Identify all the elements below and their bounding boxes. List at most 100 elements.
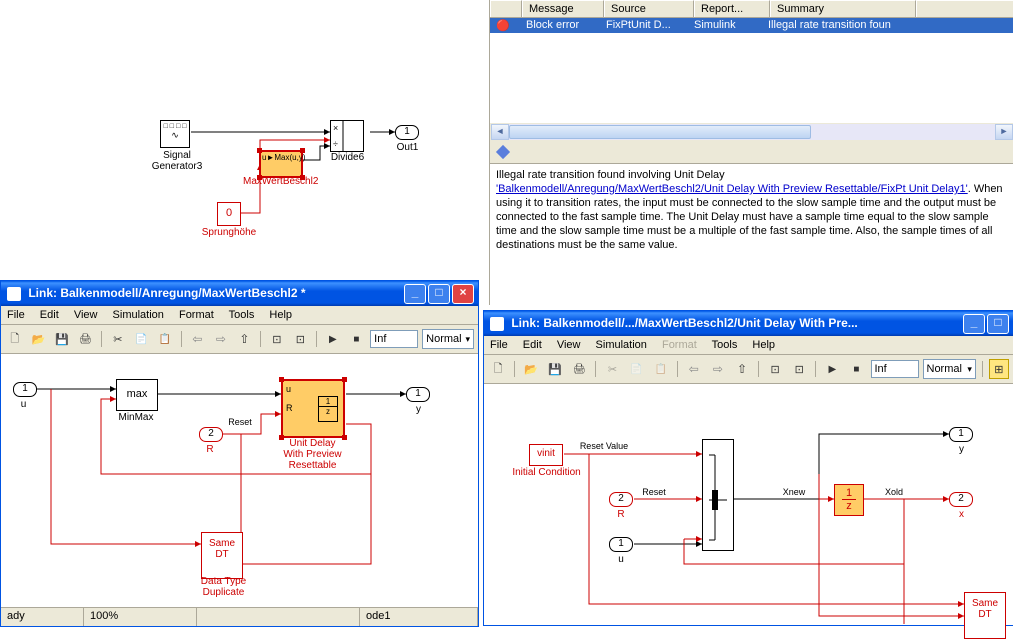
copy-button[interactable]	[627, 359, 647, 379]
x-outport[interactable]: 2	[949, 492, 973, 507]
extra-button[interactable]: ⊞	[989, 359, 1009, 379]
same-dt-block[interactable]: Same DT	[201, 532, 243, 579]
close-button[interactable]: ×	[452, 284, 474, 304]
y-label: y	[411, 404, 426, 415]
paste-button[interactable]	[155, 329, 175, 349]
switch-block[interactable]	[702, 439, 734, 551]
new-button[interactable]	[488, 359, 508, 379]
debug2-button[interactable]: ⊡	[789, 359, 809, 379]
play-button[interactable]	[822, 359, 842, 379]
menu-view[interactable]: View	[74, 309, 98, 321]
r-inport[interactable]: 2	[199, 427, 223, 442]
scroll-right-btn[interactable]: ►	[995, 124, 1013, 140]
reset-text: Reset	[225, 417, 255, 427]
debug1-button[interactable]: ⊡	[267, 329, 287, 349]
scroll-left-btn[interactable]: ◄	[491, 124, 509, 140]
copy-button[interactable]	[132, 329, 152, 349]
back-button[interactable]	[188, 329, 208, 349]
play-button[interactable]	[323, 329, 343, 349]
minimize-button[interactable]: _	[404, 284, 426, 304]
col-summary[interactable]: Summary	[770, 0, 916, 17]
vinit-block[interactable]: vinit	[529, 444, 563, 466]
maxwertbeschl-block[interactable]: u►Max(u,y)	[259, 150, 303, 178]
menu-edit[interactable]: Edit	[523, 339, 542, 351]
signal-generator-block[interactable]: □ □ □ □ ∿	[160, 120, 190, 148]
stop-button[interactable]	[846, 359, 866, 379]
error-hscroll[interactable]: ◄ ►	[490, 123, 1013, 141]
win2-canvas[interactable]: vinit Initial Condition Reset Value 2 R …	[484, 384, 1013, 624]
win1-canvas[interactable]: 1 u max MinMax 2 R Reset u R 1 z Unit De…	[1, 354, 478, 607]
top-diagram-canvas[interactable]: □ □ □ □ ∿ Signal Generator3 0 Sprunghöhe…	[0, 12, 480, 267]
win1-titlebar[interactable]: ⊞ Link: Balkenmodell/Anregung/MaxWertBes…	[1, 281, 478, 306]
y-label: y	[954, 444, 969, 455]
menu-help[interactable]: Help	[269, 309, 292, 321]
menu-simulation[interactable]: Simulation	[596, 339, 647, 351]
cut-button[interactable]	[108, 329, 128, 349]
vinit-label: Initial Condition	[504, 467, 589, 478]
win2-menubar[interactable]: File Edit View Simulation Format Tools H…	[484, 336, 1013, 355]
open-button[interactable]	[29, 329, 49, 349]
print-button[interactable]	[569, 359, 589, 379]
mode-select[interactable]: Normal	[422, 329, 474, 349]
same-dt-block[interactable]: Same DT	[964, 592, 1006, 639]
error-row[interactable]: 🔴 Block error FixPtUnit D... Simulink Il…	[490, 18, 1013, 33]
menu-edit[interactable]: Edit	[40, 309, 59, 321]
sprunghoehe-label: Sprunghöhe	[199, 227, 259, 238]
unit-delay-label: Unit Delay With Preview Resettable	[275, 438, 350, 471]
forward-button[interactable]	[708, 359, 728, 379]
r-label: R	[612, 509, 630, 520]
menu-tools[interactable]: Tools	[712, 339, 738, 351]
minmax-block[interactable]: max	[116, 379, 158, 411]
open-button[interactable]	[521, 359, 541, 379]
stop-time-input[interactable]	[871, 360, 919, 378]
menu-file[interactable]: File	[7, 309, 25, 321]
window-unitdelay: ⊞ Link: Balkenmodell/.../MaxWertBeschl2/…	[483, 310, 1013, 626]
stop-button[interactable]	[347, 329, 367, 349]
cut-button[interactable]	[602, 359, 622, 379]
save-button[interactable]	[52, 329, 72, 349]
detail-link[interactable]: 'Balkenmodell/Anregung/MaxWertBeschl2/Un…	[496, 183, 968, 195]
stop-time-input[interactable]	[370, 330, 418, 348]
up-button[interactable]	[235, 329, 255, 349]
scroll-thumb[interactable]	[509, 125, 811, 139]
status-empty	[197, 608, 360, 626]
win1-menubar[interactable]: File Edit View Simulation Format Tools H…	[1, 306, 478, 325]
maximize-button[interactable]: □	[987, 314, 1009, 334]
u-inport[interactable]: 1	[13, 382, 37, 397]
unit-delay-block[interactable]: u R 1 z	[281, 379, 345, 438]
u-label: u	[16, 399, 31, 410]
up-button[interactable]	[732, 359, 752, 379]
paste-button[interactable]	[651, 359, 671, 379]
col-message[interactable]: Message	[522, 0, 604, 17]
col-report[interactable]: Report...	[694, 0, 770, 17]
forward-button[interactable]	[211, 329, 231, 349]
divide-block[interactable]: × ÷	[330, 120, 364, 152]
window-maxwertbeschl: ⊞ Link: Balkenmodell/Anregung/MaxWertBes…	[0, 280, 479, 627]
new-button[interactable]	[5, 329, 25, 349]
save-button[interactable]	[545, 359, 565, 379]
out1-port[interactable]: 1	[395, 125, 419, 140]
y-outport[interactable]: 1	[406, 387, 430, 402]
maximize-button[interactable]: □	[428, 284, 450, 304]
menu-simulation[interactable]: Simulation	[113, 309, 164, 321]
menu-format[interactable]: Format	[179, 309, 214, 321]
menu-view[interactable]: View	[557, 339, 581, 351]
mode-select[interactable]: Normal	[923, 359, 976, 379]
debug1-button[interactable]: ⊡	[765, 359, 785, 379]
back-button[interactable]	[684, 359, 704, 379]
menu-tools[interactable]: Tools	[229, 309, 255, 321]
debug2-button[interactable]: ⊡	[291, 329, 311, 349]
error-source-cell: FixPtUnit D...	[600, 18, 688, 33]
sprunghoehe-block[interactable]: 0	[217, 202, 241, 226]
unit-delay-1z-block[interactable]: 1 z	[834, 484, 864, 516]
menu-help[interactable]: Help	[752, 339, 775, 351]
print-button[interactable]	[76, 329, 96, 349]
col-source[interactable]: Source	[604, 0, 694, 17]
y-outport[interactable]: 1	[949, 427, 973, 442]
menu-file[interactable]: File	[490, 339, 508, 351]
r-inport[interactable]: 2	[609, 492, 633, 507]
win2-titlebar[interactable]: ⊞ Link: Balkenmodell/.../MaxWertBeschl2/…	[484, 311, 1013, 336]
u-inport[interactable]: 1	[609, 537, 633, 552]
minimize-button[interactable]: _	[963, 314, 985, 334]
error-panel: Message Source Report... Summary 🔴 Block…	[489, 0, 1013, 305]
